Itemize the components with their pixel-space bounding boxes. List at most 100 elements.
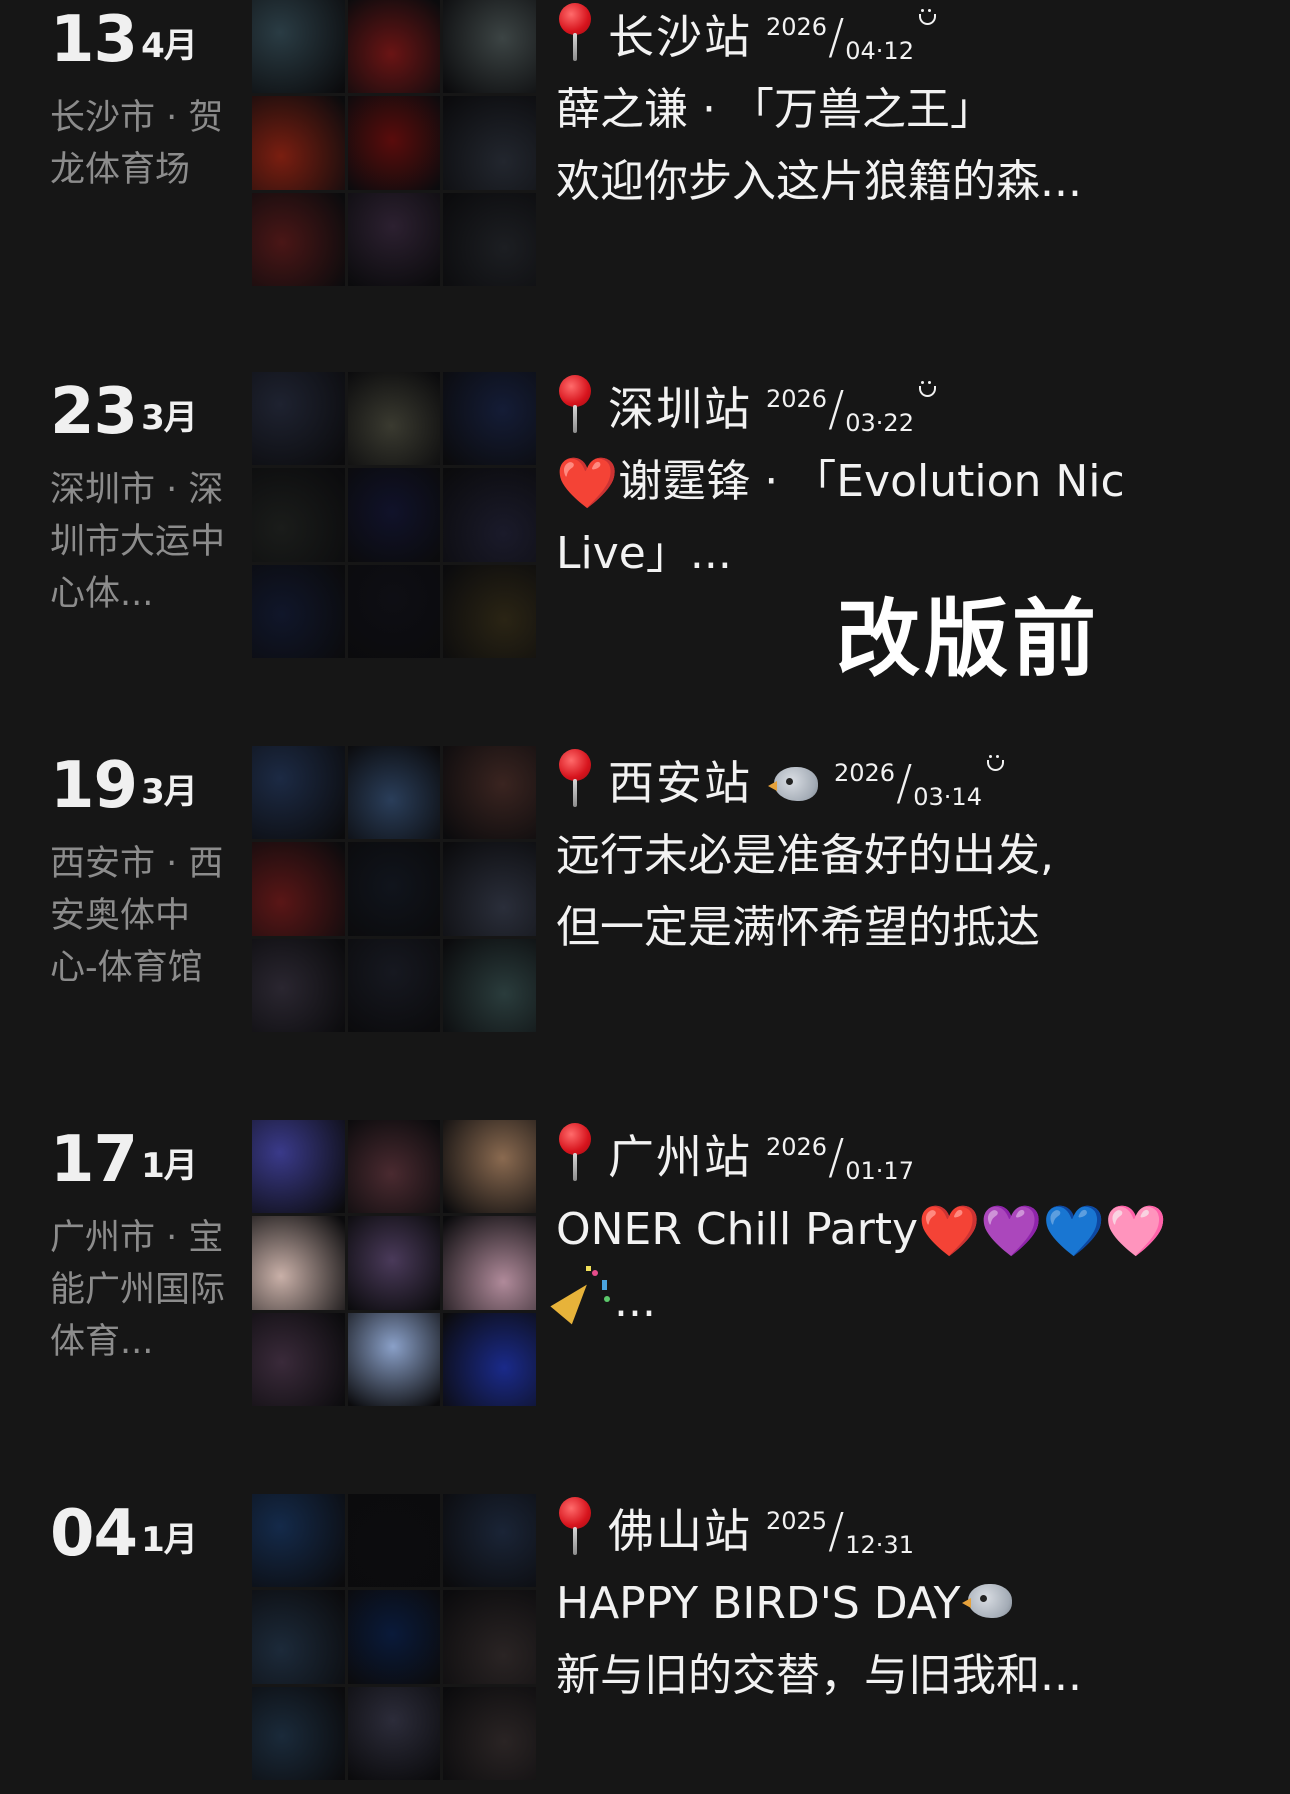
caption-line-2: 欢迎你步入这片狼籍的森...	[556, 146, 1276, 218]
photo-thumbnail[interactable]	[347, 1216, 441, 1310]
photo-grid[interactable]	[252, 1494, 536, 1780]
photo-thumbnail[interactable]	[443, 1686, 536, 1780]
heart-icon: 💙	[1042, 1202, 1105, 1260]
caption-line-2: 新与旧的交替，与旧我和...	[556, 1640, 1276, 1712]
date-slash: /	[896, 755, 913, 811]
date-year: 2026	[766, 385, 828, 413]
caption-text: ...	[614, 1276, 656, 1327]
post-date: 2026/04·12	[766, 0, 936, 74]
photo-grid[interactable]	[252, 1120, 536, 1406]
post-date: 2026/03·14	[834, 746, 1004, 820]
date-month-day: 03·22	[845, 409, 914, 437]
photo-thumbnail[interactable]	[443, 1494, 536, 1588]
photo-thumbnail[interactable]	[443, 938, 536, 1032]
photo-thumbnail[interactable]	[252, 192, 345, 286]
photo-thumbnail[interactable]	[443, 746, 536, 840]
round-pushpin-icon	[556, 3, 594, 65]
red-heart-icon: ❤️	[556, 454, 619, 512]
post-date: 2026/03·22	[766, 372, 936, 446]
photo-thumbnail[interactable]	[252, 564, 345, 658]
photo-thumbnail[interactable]	[347, 96, 441, 190]
photo-thumbnail[interactable]	[347, 1494, 441, 1588]
caption-line-2: ...	[550, 1266, 1276, 1338]
day-number: 19	[50, 749, 138, 823]
heart-icon: 💜	[980, 1202, 1043, 1260]
photo-grid[interactable]	[252, 372, 536, 658]
photo-thumbnail[interactable]	[443, 842, 536, 936]
photo-thumbnail[interactable]	[252, 1590, 345, 1684]
month-label: 4月	[141, 26, 198, 66]
photo-thumbnail[interactable]	[252, 1312, 345, 1406]
photo-grid[interactable]	[252, 746, 536, 1032]
photo-thumbnail[interactable]	[347, 1312, 441, 1406]
photo-thumbnail[interactable]	[252, 938, 345, 1032]
month-label: 3月	[141, 772, 198, 812]
photo-thumbnail[interactable]	[347, 0, 441, 94]
caption-text: 欢迎你步入这片狼籍的森...	[556, 156, 1082, 207]
concert-entry[interactable]: 17 1月 广州市 · 宝能广州国际体育... 广州站 2026/01·17 ONER C…	[0, 1120, 1290, 1420]
photo-thumbnail[interactable]	[443, 0, 536, 94]
venue-label: 广州市 · 宝能广州国际体育...	[50, 1218, 226, 1362]
smile-icon	[918, 9, 936, 31]
photo-thumbnail[interactable]	[347, 1120, 441, 1214]
date-year: 2025	[766, 1507, 828, 1535]
photo-thumbnail[interactable]	[443, 564, 536, 658]
date-month-day: 03·14	[913, 783, 982, 811]
month-label: 3月	[141, 398, 198, 438]
photo-thumbnail[interactable]	[347, 842, 441, 936]
date-line: 17 1月	[50, 1120, 240, 1206]
concert-entry[interactable]: 19 3月 西安市 · 西安奥体中心-体育馆 西安站 2026/03·14 远行未必是准备…	[0, 746, 1290, 1046]
photo-thumbnail[interactable]	[252, 96, 345, 190]
photo-thumbnail[interactable]	[347, 938, 441, 1032]
round-pushpin-icon	[556, 1123, 594, 1185]
round-pushpin-icon	[556, 1497, 594, 1559]
date-slash: /	[828, 1129, 845, 1185]
photo-thumbnail[interactable]	[347, 372, 441, 466]
concert-entry[interactable]: 13 4月 长沙市 · 贺龙体育场 长沙站 2026/04·12 薛之谦 · 「万兽之王」…	[0, 0, 1290, 300]
photo-thumbnail[interactable]	[443, 1120, 536, 1214]
photo-thumbnail[interactable]	[443, 1312, 536, 1406]
caption-line-1: ❤️谢霆锋 · 「Evolution Nic	[556, 446, 1276, 518]
photo-thumbnail[interactable]	[252, 1120, 345, 1214]
venue-label: 深圳市 · 深圳市大运中心体...	[50, 470, 226, 614]
photo-thumbnail[interactable]	[252, 746, 345, 840]
photo-thumbnail[interactable]	[252, 1216, 345, 1310]
photo-thumbnail[interactable]	[252, 372, 345, 466]
date-block: 13 4月 长沙市 · 贺龙体育场	[50, 0, 240, 196]
concert-entry[interactable]: 04 1月 佛山站 2025/12·31 HAPPY BIRD'S DAY 新与旧的交替，…	[0, 1494, 1290, 1794]
date-year: 2026	[834, 759, 896, 787]
photo-thumbnail[interactable]	[347, 564, 441, 658]
caption-text: ONER Chill Party	[556, 1204, 919, 1255]
date-line: 13 4月	[50, 0, 240, 86]
photo-thumbnail[interactable]	[347, 1590, 441, 1684]
photo-thumbnail[interactable]	[347, 746, 441, 840]
photo-thumbnail[interactable]	[443, 1590, 536, 1684]
date-line: 19 3月	[50, 746, 240, 832]
caption-text: 新与旧的交替，与旧我和...	[556, 1650, 1082, 1701]
photo-thumbnail[interactable]	[443, 96, 536, 190]
photo-thumbnail[interactable]	[443, 192, 536, 286]
date-month-day: 04·12	[845, 37, 914, 65]
station-name: 西安站	[608, 756, 752, 810]
photo-thumbnail[interactable]	[443, 468, 536, 562]
date-year: 2026	[766, 1133, 828, 1161]
caption-text: Live」...	[556, 528, 732, 579]
photo-thumbnail[interactable]	[347, 468, 441, 562]
caption-text: 远行未必是准备好的出发,	[556, 830, 1054, 881]
bird-icon	[962, 1580, 1018, 1624]
photo-thumbnail[interactable]	[443, 372, 536, 466]
photo-thumbnail[interactable]	[347, 1686, 441, 1780]
photo-thumbnail[interactable]	[252, 842, 345, 936]
photo-grid[interactable]	[252, 0, 536, 286]
overlay-label: 改版前	[836, 590, 1101, 688]
photo-thumbnail[interactable]	[252, 1686, 345, 1780]
month-label: 1月	[141, 1520, 198, 1560]
photo-thumbnail[interactable]	[347, 192, 441, 286]
photo-thumbnail[interactable]	[252, 1494, 345, 1588]
photo-thumbnail[interactable]	[252, 0, 345, 94]
date-block: 23 3月 深圳市 · 深圳市大运中心体...	[50, 372, 240, 620]
station-name: 长沙站	[608, 10, 752, 64]
photo-thumbnail[interactable]	[443, 1216, 536, 1310]
photo-thumbnail[interactable]	[252, 468, 345, 562]
date-slash: /	[828, 9, 845, 65]
